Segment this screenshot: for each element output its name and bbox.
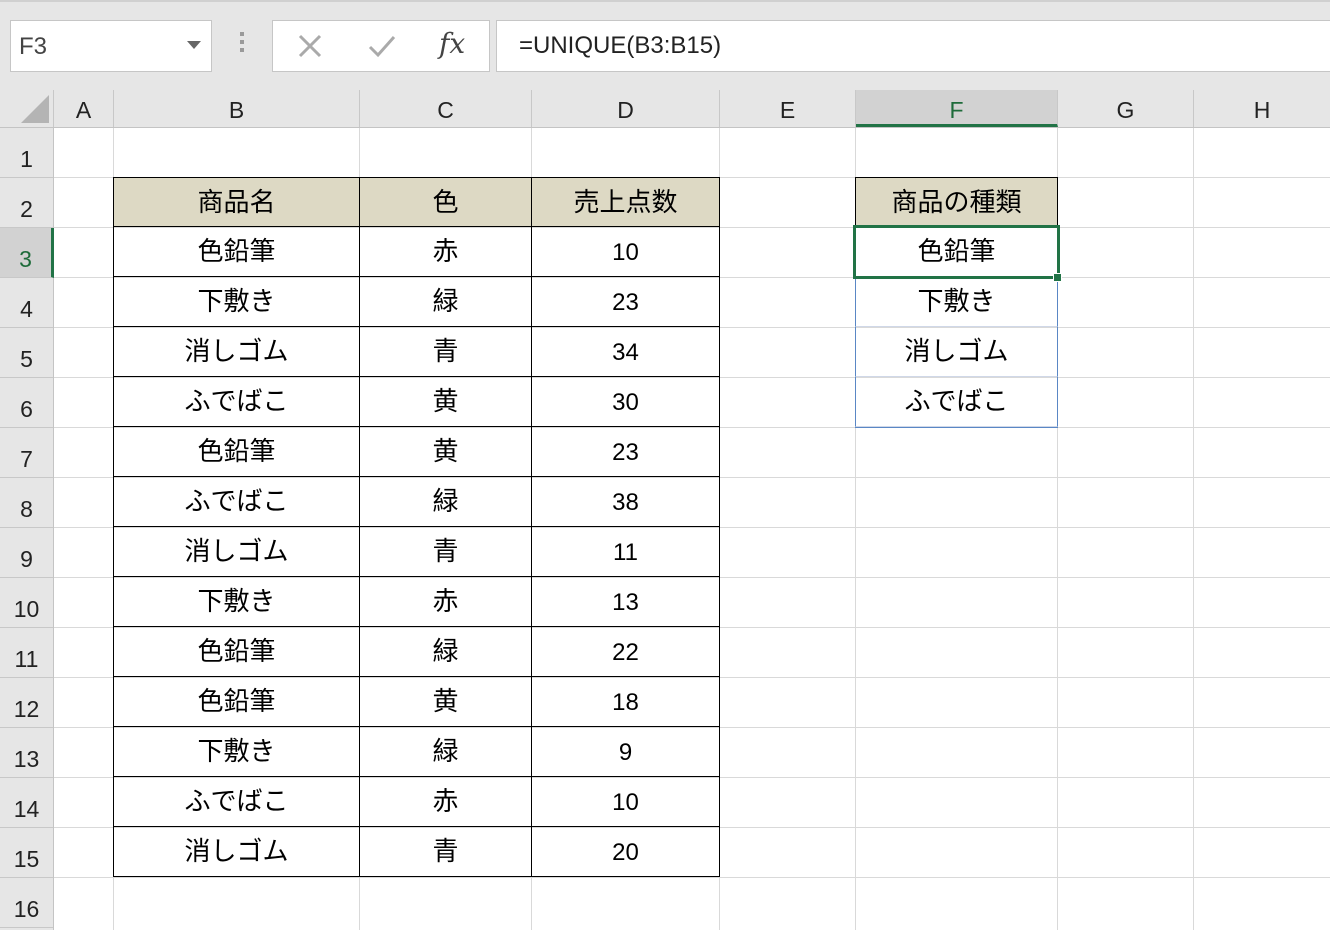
color-cell[interactable]: 緑 <box>359 727 532 777</box>
result-cell[interactable]: ふでばこ <box>855 377 1058 427</box>
column-header-d[interactable]: D <box>532 90 720 127</box>
result-cell[interactable]: 下敷き <box>855 277 1058 327</box>
color-cell[interactable]: 青 <box>359 827 532 877</box>
column-header-e[interactable]: E <box>720 90 856 127</box>
sales-cell[interactable]: 10 <box>531 777 720 827</box>
select-all-button[interactable] <box>0 90 54 127</box>
sales-cell[interactable]: 23 <box>531 277 720 327</box>
product-cell[interactable]: ふでばこ <box>113 777 360 827</box>
column-header-b[interactable]: B <box>114 90 360 127</box>
result-cell[interactable]: 色鉛筆 <box>855 227 1058 277</box>
color-cell[interactable]: 緑 <box>359 627 532 677</box>
formula-input[interactable]: =UNIQUE(B3:B15) <box>496 20 1330 72</box>
product-cell[interactable]: 消しゴム <box>113 827 360 877</box>
product-cell[interactable]: 消しゴム <box>113 327 360 377</box>
sales-cell[interactable]: 20 <box>531 827 720 877</box>
column-header-h[interactable]: H <box>1194 90 1330 127</box>
column-header-f[interactable]: F <box>856 90 1058 127</box>
worksheet-grid: A B C D E F G H 1 2 3 4 5 6 7 8 9 10 11 … <box>0 90 1330 930</box>
color-cell[interactable]: 黄 <box>359 677 532 727</box>
sales-cell[interactable]: 18 <box>531 677 720 727</box>
product-cell[interactable]: 色鉛筆 <box>113 427 360 477</box>
sales-cell[interactable]: 13 <box>531 577 720 627</box>
product-cell[interactable]: 色鉛筆 <box>113 227 360 277</box>
formula-bar: F3 fx =UNIQUE(B3:B15) <box>0 0 1330 90</box>
gridline <box>54 877 1330 878</box>
formula-text: =UNIQUE(B3:B15) <box>519 32 722 59</box>
product-cell[interactable]: 色鉛筆 <box>113 677 360 727</box>
color-cell[interactable]: 青 <box>359 327 532 377</box>
product-cell[interactable]: 下敷き <box>113 577 360 627</box>
sales-cell[interactable]: 9 <box>531 727 720 777</box>
column-header-g[interactable]: G <box>1058 90 1194 127</box>
chevron-down-icon[interactable] <box>187 41 201 49</box>
column-header-c[interactable]: C <box>360 90 532 127</box>
color-cell[interactable]: 赤 <box>359 227 532 277</box>
product-cell[interactable]: 下敷き <box>113 277 360 327</box>
check-icon[interactable] <box>367 32 397 64</box>
product-cell[interactable]: 下敷き <box>113 727 360 777</box>
result-cell[interactable]: 消しゴム <box>855 327 1058 377</box>
product-cell[interactable]: 消しゴム <box>113 527 360 577</box>
fill-handle[interactable] <box>1053 273 1062 282</box>
result-header[interactable]: 商品の種類 <box>855 177 1058 227</box>
close-icon[interactable] <box>297 32 323 64</box>
table-header-color[interactable]: 色 <box>359 177 532 227</box>
sales-cell[interactable]: 23 <box>531 427 720 477</box>
sales-cell[interactable]: 10 <box>531 227 720 277</box>
table-header-product[interactable]: 商品名 <box>113 177 360 227</box>
product-cell[interactable]: 色鉛筆 <box>113 627 360 677</box>
sales-cell[interactable]: 34 <box>531 327 720 377</box>
sales-cell[interactable]: 11 <box>531 527 720 577</box>
more-vertical-icon[interactable] <box>232 28 252 64</box>
sales-cell[interactable]: 38 <box>531 477 720 527</box>
cell-area[interactable]: 商品名 色 売上点数 色鉛筆赤 10 下敷き緑 23 消しゴム青 34 ふでばこ黄 30 色鉛筆… <box>0 128 1330 930</box>
column-header-row: A B C D E F G H <box>0 90 1330 128</box>
insert-function-icon[interactable]: fx <box>439 27 465 60</box>
sales-cell[interactable]: 30 <box>531 377 720 427</box>
spill-range-border <box>855 427 1058 428</box>
color-cell[interactable]: 青 <box>359 527 532 577</box>
formula-buttons: fx <box>272 20 490 72</box>
table-header-sales[interactable]: 売上点数 <box>531 177 720 227</box>
name-box[interactable]: F3 <box>10 20 212 72</box>
product-cell[interactable]: ふでばこ <box>113 477 360 527</box>
product-cell[interactable]: ふでばこ <box>113 377 360 427</box>
color-cell[interactable]: 黄 <box>359 427 532 477</box>
color-cell[interactable]: 緑 <box>359 477 532 527</box>
gridline <box>1193 128 1194 930</box>
color-cell[interactable]: 赤 <box>359 777 532 827</box>
select-all-triangle-icon <box>21 95 49 123</box>
color-cell[interactable]: 黄 <box>359 377 532 427</box>
column-header-a[interactable]: A <box>54 90 114 127</box>
color-cell[interactable]: 赤 <box>359 577 532 627</box>
name-box-value: F3 <box>19 33 48 60</box>
sales-cell[interactable]: 22 <box>531 627 720 677</box>
color-cell[interactable]: 緑 <box>359 277 532 327</box>
